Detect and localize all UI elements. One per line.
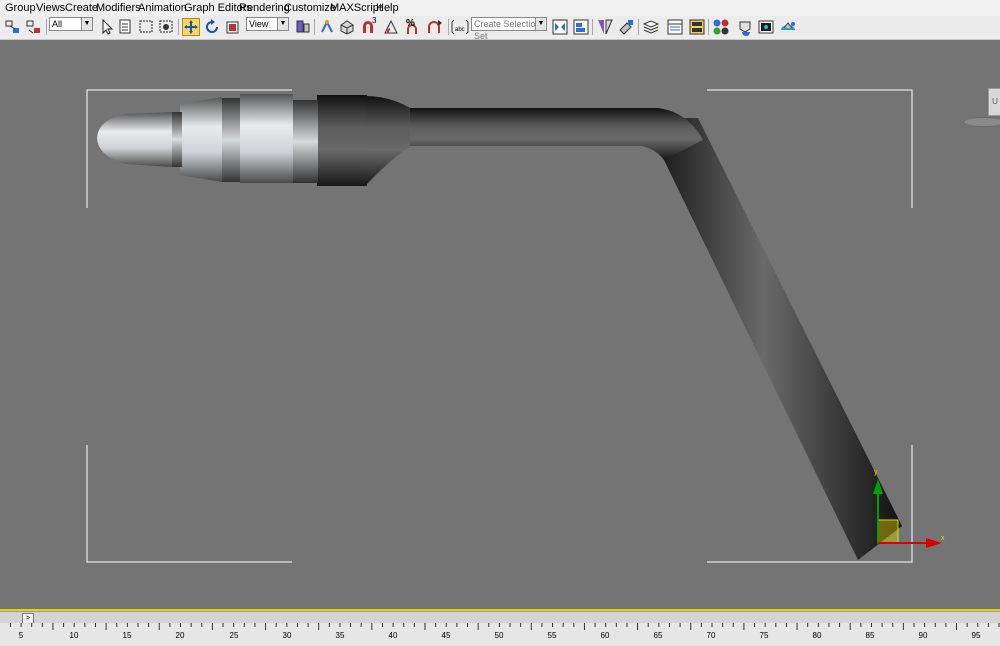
tube-taper xyxy=(365,96,410,186)
tick-label: 5 xyxy=(18,631,24,640)
named-selection-sets-dropdown[interactable]: Create Selection Set ▼ xyxy=(471,17,547,41)
menu-rendering[interactable]: Rendering xyxy=(239,2,290,14)
select-and-link-icon[interactable] xyxy=(4,18,22,36)
gizmo-y-label: y xyxy=(874,469,878,476)
svg-text:abc: abc xyxy=(455,27,465,33)
menu-modifiers[interactable]: Modifiers xyxy=(96,2,141,14)
menu-help[interactable]: Help xyxy=(376,2,399,14)
tick-label: 85 xyxy=(865,631,875,640)
chevron-down-icon: ▼ xyxy=(277,18,288,30)
named-selection-placeholder: Create Selection Set xyxy=(474,19,541,41)
tick-label: 35 xyxy=(335,631,345,640)
tick-label: 80 xyxy=(812,631,822,640)
chevron-down-icon: ▼ xyxy=(535,18,546,30)
tick-label: 30 xyxy=(282,631,292,640)
selection-filter-value: All xyxy=(52,19,63,29)
reference-coordinate-dropdown[interactable]: View ▼ xyxy=(246,17,289,31)
select-object-icon[interactable] xyxy=(98,18,116,36)
tube-horizontal-section xyxy=(405,108,703,160)
window-crossing-icon[interactable] xyxy=(157,18,175,36)
tick-label: 40 xyxy=(388,631,398,640)
menu-customize[interactable]: Customize xyxy=(284,2,336,14)
align-icon[interactable] xyxy=(572,18,590,36)
percent-snap-toggle-icon[interactable]: % xyxy=(404,18,422,36)
tick-label: 65 xyxy=(653,631,663,640)
tick-label: 10 xyxy=(69,631,79,640)
select-and-rotate-icon[interactable] xyxy=(203,18,221,36)
rendered-frame-window-icon[interactable] xyxy=(757,18,775,36)
select-and-move-icon[interactable] xyxy=(182,18,200,36)
keyboard-shortcut-override-icon[interactable] xyxy=(338,18,356,36)
select-by-name-icon[interactable] xyxy=(117,18,135,36)
layer-manager-icon[interactable] xyxy=(642,18,660,36)
normal-align-icon[interactable] xyxy=(596,18,614,36)
select-and-manipulate-icon[interactable] xyxy=(318,18,336,36)
edit-named-selection-icon[interactable]: abc xyxy=(451,18,469,36)
metal-collar xyxy=(292,100,318,183)
render-production-icon[interactable] xyxy=(779,18,797,36)
toolbar-separator xyxy=(592,19,593,35)
material-editor-icon[interactable] xyxy=(712,18,730,36)
snaps-toggle-icon[interactable]: 3 xyxy=(360,16,378,36)
nozzle-tip xyxy=(97,112,172,167)
gizmo-x-label: x xyxy=(941,535,945,542)
selection-filter-dropdown[interactable]: All ▼ xyxy=(49,17,93,31)
nozzle-ring xyxy=(172,112,182,167)
toolbar-separator xyxy=(46,19,47,35)
chevron-down-icon: ▼ xyxy=(81,18,92,30)
tick-label: 60 xyxy=(600,631,610,640)
menu-views[interactable]: Views xyxy=(36,2,65,14)
toolbar-separator xyxy=(638,19,639,35)
viewcube[interactable]: U xyxy=(988,88,1000,116)
metal-ring xyxy=(222,98,240,182)
place-highlight-icon[interactable] xyxy=(617,18,635,36)
tick-label: 95 xyxy=(971,631,981,640)
tick-label: 90 xyxy=(918,631,928,640)
toolbar-separator xyxy=(708,19,709,35)
tick-label: 70 xyxy=(706,631,716,640)
tick-label: 50 xyxy=(494,631,504,640)
reference-coordinate-value: View xyxy=(249,19,269,29)
tick-label: 75 xyxy=(759,631,769,640)
menu-bar: Group Views Create Modifiers Animation G… xyxy=(0,0,1000,16)
nozzle-cone xyxy=(180,97,222,182)
percent-label: % xyxy=(406,18,415,29)
spinner-snap-toggle-icon[interactable] xyxy=(426,18,444,36)
viewcube-face-label: U xyxy=(992,97,998,106)
tick-label: 45 xyxy=(441,631,451,640)
toolbar-separator xyxy=(178,19,179,35)
viewcube-ring[interactable] xyxy=(963,117,1000,127)
toolbar-separator xyxy=(448,19,449,35)
tick-label: 20 xyxy=(175,631,185,640)
tick-label: 25 xyxy=(229,631,239,640)
select-and-scale-icon[interactable] xyxy=(224,18,242,36)
tube-diagonal-section xyxy=(650,118,902,560)
schematic-view-icon[interactable] xyxy=(688,18,706,36)
rectangular-selection-region-icon[interactable] xyxy=(137,18,155,36)
menu-group[interactable]: Group xyxy=(5,2,36,14)
angle-snap-toggle-icon[interactable] xyxy=(382,18,400,36)
curve-editor-icon[interactable] xyxy=(666,18,684,36)
menu-maxscript[interactable]: MAXScript xyxy=(330,2,382,14)
main-toolbar: All ▼ View ▼ 3 % abc Create Selection Se… xyxy=(0,16,1000,41)
tick-label: 55 xyxy=(547,631,557,640)
unlink-selection-icon[interactable] xyxy=(25,18,43,36)
snap-angle-label: 3 xyxy=(372,16,377,25)
menu-animation[interactable]: Animation xyxy=(138,2,187,14)
render-setup-icon[interactable] xyxy=(736,18,754,36)
menu-create[interactable]: Create xyxy=(65,2,98,14)
handle-body xyxy=(317,95,367,186)
mirror-icon[interactable] xyxy=(551,18,569,36)
metal-sleeve xyxy=(240,94,293,183)
use-pivot-center-icon[interactable] xyxy=(294,18,312,36)
tick-label: 15 xyxy=(122,631,132,640)
viewport-canvas: y x xyxy=(86,89,945,563)
track-bar-ruler[interactable]: 5 10 15 20 25 30 35 40 45 50 55 60 65 70… xyxy=(0,623,1000,646)
toolbar-separator xyxy=(314,19,315,35)
perspective-viewport[interactable]: y x U xyxy=(0,40,1000,610)
